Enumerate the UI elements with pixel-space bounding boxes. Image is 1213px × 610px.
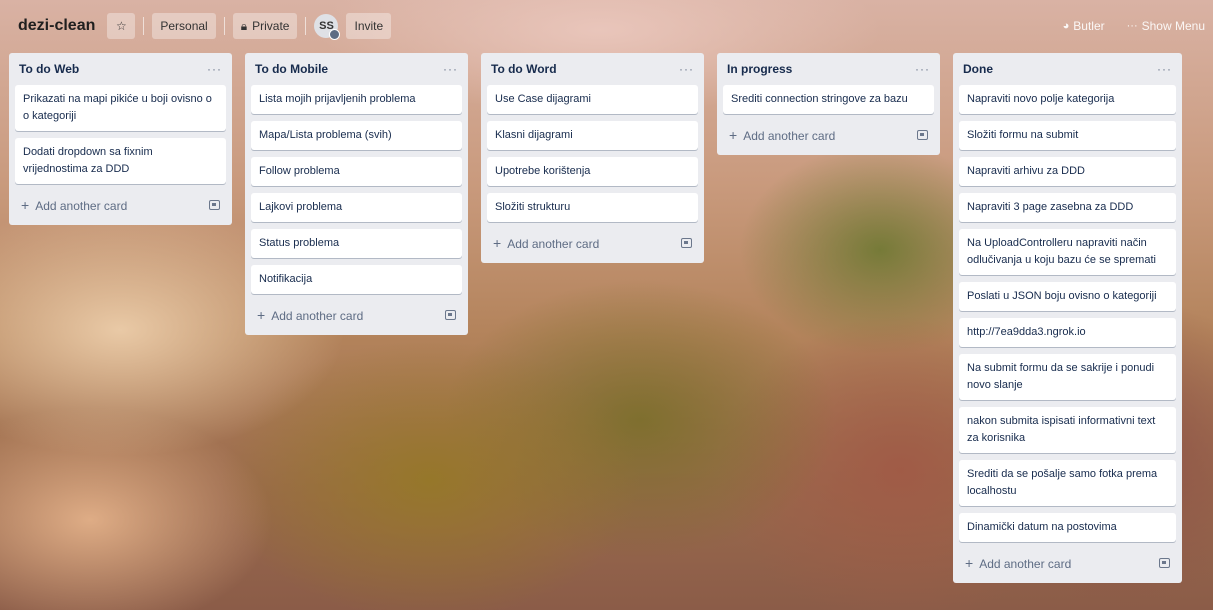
lock-icon: 🔒︎	[240, 18, 248, 33]
card[interactable]: Lajkovi problema	[251, 193, 462, 222]
add-card-row: + Add another card	[15, 191, 226, 219]
add-card-button[interactable]: + Add another card	[729, 127, 835, 143]
add-card-row: + Add another card	[959, 549, 1176, 577]
list-title[interactable]: In progress	[727, 62, 792, 76]
header-divider	[305, 17, 307, 35]
butler-icon: ◕	[1062, 20, 1070, 32]
card[interactable]: Na UploadControlleru napraviti način odl…	[959, 229, 1176, 275]
board-title[interactable]: dezi-clean	[18, 17, 95, 35]
visibility-label: Private	[252, 19, 290, 33]
butler-button[interactable]: ◕ Butler	[1055, 13, 1113, 39]
header-right: ◕ Butler ··· Show Menu	[1049, 0, 1213, 52]
list-title[interactable]: To do Word	[491, 62, 557, 76]
list-menu-icon[interactable]: ···	[1157, 62, 1172, 76]
card[interactable]: Use Case dijagrami	[487, 85, 698, 114]
star-button[interactable]: ☆	[107, 13, 136, 39]
plus-icon: +	[729, 127, 738, 143]
list-header[interactable]: To do Word ···	[487, 53, 698, 85]
team-button[interactable]: Personal	[152, 13, 216, 39]
card[interactable]: Srediti da se pošalje samo fotka prema l…	[959, 460, 1176, 506]
board-header: dezi-clean ☆ Personal 🔒︎ Private SS Invi…	[0, 0, 1213, 52]
add-card-button[interactable]: + Add another card	[493, 235, 599, 251]
card[interactable]: Napraviti novo polje kategorija	[959, 85, 1176, 114]
card[interactable]: Srediti connection stringove za bazu	[723, 85, 934, 114]
list-header[interactable]: To do Web ···	[15, 53, 226, 85]
plus-icon: +	[493, 235, 502, 251]
add-card-label: Add another card	[743, 129, 836, 143]
card[interactable]: Notifikacija	[251, 265, 462, 294]
card[interactable]: Dodati dropdown sa fixnim vrijednostima …	[15, 138, 226, 184]
list-to-do-web: To do Web ··· Prikazati na mapi pikiće u…	[9, 53, 232, 225]
card[interactable]: Poslati u JSON boju ovisno o kategoriji	[959, 282, 1176, 311]
card[interactable]: Napraviti 3 page zasebna za DDD	[959, 193, 1176, 222]
show-menu-label: Show Menu	[1141, 19, 1205, 33]
add-card-label: Add another card	[979, 557, 1072, 571]
add-card-label: Add another card	[271, 309, 364, 323]
list-menu-icon[interactable]: ···	[915, 62, 930, 76]
header-divider	[223, 17, 225, 35]
list-header[interactable]: In progress ···	[723, 53, 934, 85]
plus-icon: +	[965, 555, 974, 571]
invite-button[interactable]: Invite	[346, 13, 392, 39]
list-title[interactable]: To do Mobile	[255, 62, 328, 76]
card-template-icon[interactable]	[917, 130, 928, 140]
card[interactable]: Prikazati na mapi pikiće u boji ovisno o…	[15, 85, 226, 131]
add-card-button[interactable]: + Add another card	[965, 555, 1071, 571]
list-to-do-mobile: To do Mobile ··· Lista mojih prijavljeni…	[245, 53, 468, 335]
card[interactable]: Lista mojih prijavljenih problema	[251, 85, 462, 114]
card-template-icon[interactable]	[1159, 558, 1170, 568]
star-icon: ☆	[115, 19, 127, 33]
add-card-button[interactable]: + Add another card	[21, 197, 127, 213]
list-in-progress: In progress ··· Srediti connection strin…	[717, 53, 940, 155]
add-card-row: + Add another card	[487, 229, 698, 257]
admin-badge-icon	[329, 29, 341, 40]
card[interactable]: nakon submita ispisati informativni text…	[959, 407, 1176, 453]
card[interactable]: Klasni dijagrami	[487, 121, 698, 150]
card[interactable]: http://7ea9dda3.ngrok.io	[959, 318, 1176, 347]
header-divider	[143, 17, 145, 35]
list-title[interactable]: Done	[963, 62, 993, 76]
list-title[interactable]: To do Web	[19, 62, 79, 76]
visibility-button[interactable]: 🔒︎ Private	[232, 13, 298, 39]
more-icon: ···	[1126, 20, 1138, 32]
list-done: Done ··· Napraviti novo polje kategorija…	[953, 53, 1182, 583]
member-avatar[interactable]: SS	[314, 14, 341, 40]
card[interactable]: Složiti formu na submit	[959, 121, 1176, 150]
card[interactable]: Na submit formu da se sakrije i ponudi n…	[959, 354, 1176, 400]
card-template-icon[interactable]	[445, 310, 456, 320]
butler-label: Butler	[1073, 19, 1105, 33]
list-menu-icon[interactable]: ···	[443, 62, 458, 76]
card[interactable]: Status problema	[251, 229, 462, 258]
list-menu-icon[interactable]: ···	[207, 62, 222, 76]
card[interactable]: Napraviti arhivu za DDD	[959, 157, 1176, 186]
card-template-icon[interactable]	[681, 238, 692, 248]
add-card-button[interactable]: + Add another card	[257, 307, 363, 323]
list-to-do-word: To do Word ··· Use Case dijagrami Klasni…	[481, 53, 704, 263]
show-menu-button[interactable]: ··· Show Menu	[1119, 13, 1213, 39]
card[interactable]: Složiti strukturu	[487, 193, 698, 222]
add-card-label: Add another card	[507, 237, 600, 251]
card[interactable]: Follow problema	[251, 157, 462, 186]
list-header[interactable]: To do Mobile ···	[251, 53, 462, 85]
add-card-row: + Add another card	[251, 301, 462, 329]
card-template-icon[interactable]	[209, 200, 220, 210]
card[interactable]: Mapa/Lista problema (svih)	[251, 121, 462, 150]
list-menu-icon[interactable]: ···	[679, 62, 694, 76]
plus-icon: +	[21, 197, 30, 213]
add-card-label: Add another card	[35, 199, 128, 213]
card[interactable]: Upotrebe korištenja	[487, 157, 698, 186]
list-header[interactable]: Done ···	[959, 53, 1176, 85]
plus-icon: +	[257, 307, 266, 323]
add-card-row: + Add another card	[723, 121, 934, 149]
card[interactable]: Dinamički datum na postovima	[959, 513, 1176, 542]
